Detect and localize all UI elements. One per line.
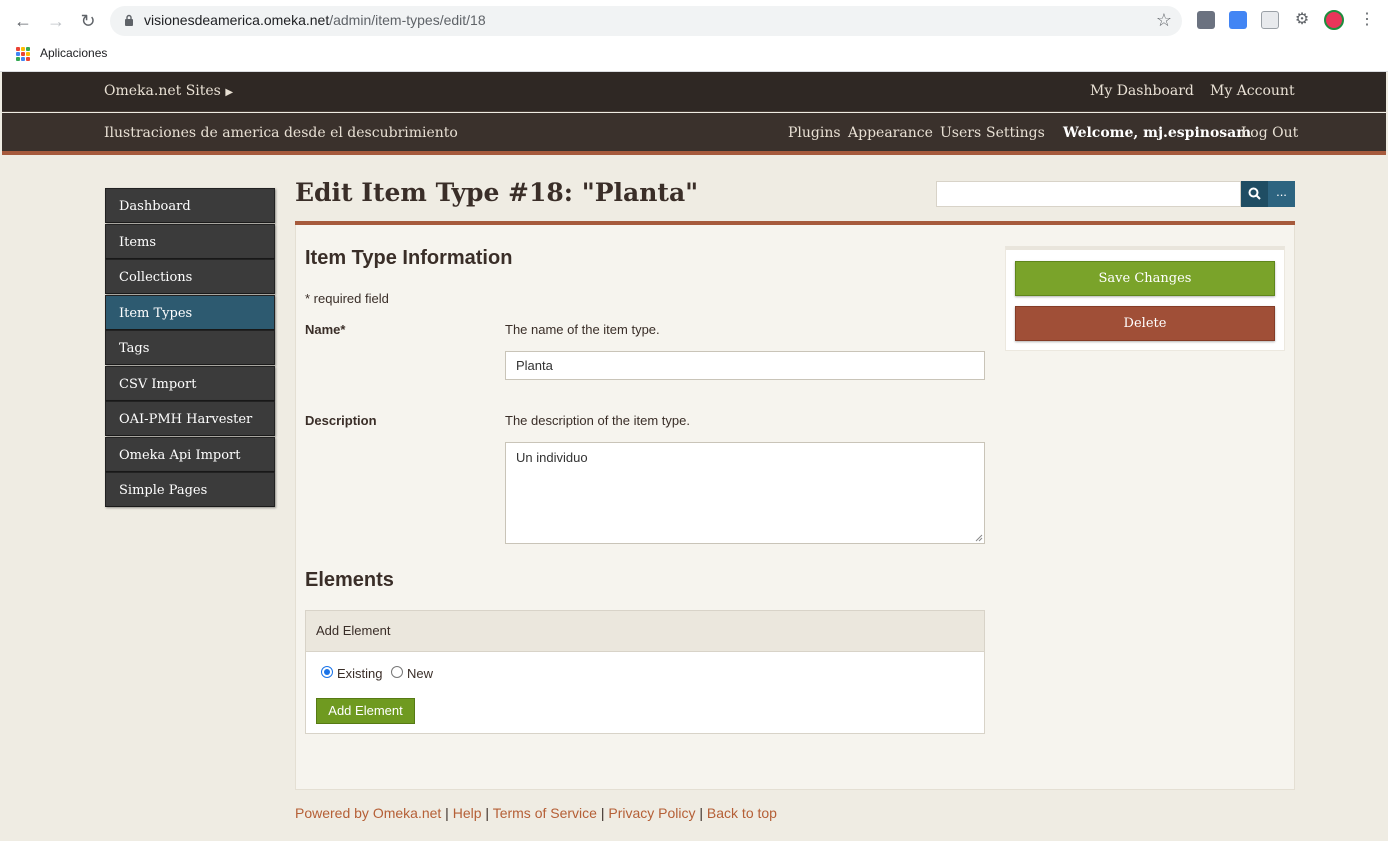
site-title[interactable]: Ilustraciones de america desde el descub… bbox=[104, 125, 458, 141]
address-bar[interactable]: visionesdeamerica.omeka.net/admin/item-t… bbox=[110, 6, 1182, 36]
new-radio[interactable] bbox=[391, 666, 403, 678]
bookmarks-apps-label[interactable]: Aplicaciones bbox=[40, 46, 107, 60]
my-account-link[interactable]: My Account bbox=[1210, 83, 1295, 99]
global-header: Omeka.net Sites ▶ My Dashboard My Accoun… bbox=[2, 72, 1386, 112]
footer-help-link[interactable]: Help bbox=[453, 805, 482, 821]
sidebar-item-dashboard[interactable]: Dashboard bbox=[105, 188, 275, 223]
save-changes-button[interactable]: Save Changes bbox=[1015, 261, 1275, 296]
item-type-info-heading: Item Type Information bbox=[305, 247, 513, 269]
search-button[interactable] bbox=[1241, 181, 1268, 207]
site-header: Ilustraciones de america desde el descub… bbox=[2, 113, 1386, 155]
description-label: Description bbox=[305, 413, 377, 428]
elements-heading: Elements bbox=[305, 569, 394, 591]
bookmark-star-icon[interactable]: ☆ bbox=[1156, 10, 1172, 31]
footer-separator: | bbox=[441, 805, 453, 821]
name-label: Name* bbox=[305, 322, 346, 337]
description-field[interactable]: Un individuo bbox=[505, 442, 985, 544]
add-element-box-title: Add Element bbox=[306, 611, 984, 652]
sidebar-item-csv-import[interactable]: CSV Import bbox=[105, 365, 275, 401]
add-element-box: Add Element Existing New Add Element bbox=[305, 610, 985, 734]
footer-privacy-link[interactable]: Privacy Policy bbox=[608, 805, 695, 821]
logout-link[interactable]: Log Out bbox=[1241, 125, 1298, 141]
url-text: visionesdeamerica.omeka.net/admin/item-t… bbox=[144, 12, 486, 28]
footer-separator: | bbox=[481, 805, 493, 821]
caret-right-icon: ▶ bbox=[225, 87, 234, 98]
apps-grid-icon[interactable] bbox=[16, 47, 30, 61]
nav-plugins[interactable]: Plugins bbox=[788, 125, 841, 141]
existing-radio-label[interactable]: Existing bbox=[337, 666, 383, 681]
footer-separator: | bbox=[695, 805, 707, 821]
sidebar-item-item-types[interactable]: Item Types bbox=[105, 294, 275, 330]
advanced-search-button[interactable]: ... bbox=[1268, 181, 1295, 207]
resize-grip-icon[interactable] bbox=[975, 534, 983, 542]
sidebar-item-omeka-api-import[interactable]: Omeka Api Import bbox=[105, 436, 275, 472]
footer-separator: | bbox=[596, 805, 609, 821]
search-icon bbox=[1248, 187, 1261, 200]
document-extension-icon[interactable] bbox=[1261, 11, 1279, 29]
name-field[interactable] bbox=[505, 351, 985, 380]
profile-avatar[interactable] bbox=[1324, 10, 1344, 30]
existing-radio[interactable] bbox=[321, 666, 333, 678]
extensions-puzzle-icon[interactable]: ⚙ bbox=[1293, 11, 1311, 29]
name-help-text: The name of the item type. bbox=[505, 322, 660, 337]
description-help-text: The description of the item type. bbox=[505, 413, 690, 428]
back-arrow-icon[interactable]: ← bbox=[12, 10, 34, 32]
welcome-user: Welcome, mj.espinosam bbox=[1063, 125, 1252, 141]
add-element-button[interactable]: Add Element bbox=[316, 698, 415, 724]
new-radio-label[interactable]: New bbox=[407, 666, 433, 681]
sidebar-item-tags[interactable]: Tags bbox=[105, 330, 275, 365]
translate-extension-icon[interactable] bbox=[1229, 11, 1247, 29]
footer: Powered by Omeka.net | Help | Terms of S… bbox=[295, 805, 777, 821]
sidebar-item-oai-pmh-harvester[interactable]: OAI-PMH Harvester bbox=[105, 401, 275, 436]
footer-back-to-top-link[interactable]: Back to top bbox=[707, 805, 777, 821]
omeka-sites-link[interactable]: Omeka.net Sites ▶ bbox=[104, 83, 233, 99]
sidebar-item-items[interactable]: Items bbox=[105, 223, 275, 259]
page-title: Edit Item Type #18: "Planta" bbox=[295, 178, 699, 207]
nav-appearance[interactable]: Appearance bbox=[848, 125, 933, 141]
admin-sidebar: Dashboard Items Collections Item Types T… bbox=[105, 188, 275, 508]
hypothesis-extension-icon[interactable] bbox=[1197, 11, 1215, 29]
sidebar-item-simple-pages[interactable]: Simple Pages bbox=[105, 472, 275, 507]
omeka-sites-label: Omeka.net Sites bbox=[104, 83, 221, 99]
delete-button[interactable]: Delete bbox=[1015, 306, 1275, 341]
search-input[interactable] bbox=[936, 181, 1241, 207]
nav-users[interactable]: Users bbox=[940, 125, 981, 141]
url-path: /admin/item-types/edit/18 bbox=[329, 12, 486, 28]
footer-terms-link[interactable]: Terms of Service bbox=[493, 805, 597, 821]
browser-toolbar: ← → ↻ visionesdeamerica.omeka.net/admin/… bbox=[0, 0, 1388, 42]
my-dashboard-link[interactable]: My Dashboard bbox=[1090, 83, 1194, 99]
forward-arrow-icon[interactable]: → bbox=[45, 10, 67, 32]
required-field-note: * required field bbox=[305, 291, 389, 306]
nav-settings[interactable]: Settings bbox=[986, 125, 1045, 141]
footer-powered-link[interactable]: Powered by Omeka.net bbox=[295, 805, 441, 821]
lock-icon bbox=[125, 14, 133, 26]
reload-icon[interactable]: ↻ bbox=[77, 10, 99, 32]
sidebar-item-collections[interactable]: Collections bbox=[105, 259, 275, 294]
bookmarks-bar: Aplicaciones bbox=[0, 42, 1388, 72]
browser-menu-icon[interactable]: ⋮ bbox=[1358, 11, 1376, 29]
url-host: visionesdeamerica.omeka.net bbox=[144, 12, 330, 28]
